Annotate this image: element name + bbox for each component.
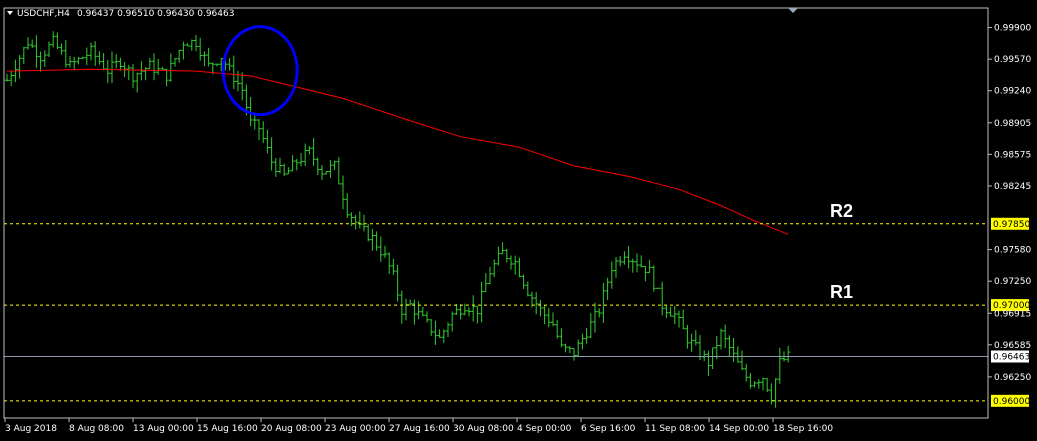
price-tick-label: 0.99570 bbox=[994, 55, 1031, 65]
price-tick-label: 0.96915 bbox=[994, 309, 1031, 319]
time-tick-label: 23 Aug 00:00 bbox=[325, 424, 386, 434]
symbol-label: USDCHF,H4 bbox=[17, 9, 70, 19]
price-tick-label: 0.98905 bbox=[994, 119, 1031, 129]
time-tick-label: 13 Aug 00:00 bbox=[133, 424, 194, 434]
time-tick-label: 6 Sep 16:00 bbox=[581, 424, 636, 434]
time-tick-label: 3 Aug 2018 bbox=[5, 424, 57, 434]
time-tick-label: 30 Aug 08:00 bbox=[453, 424, 514, 434]
price-tick-label: 0.98575 bbox=[994, 150, 1031, 160]
price-tick-label: 0.97580 bbox=[994, 246, 1031, 256]
time-tick-label: 8 Aug 08:00 bbox=[69, 424, 124, 434]
time-tick-label: 20 Aug 08:00 bbox=[261, 424, 322, 434]
time-tick-label: 14 Sep 00:00 bbox=[709, 424, 769, 434]
price-tick-label: 0.96585 bbox=[994, 341, 1031, 351]
price-tick-label: 0.99240 bbox=[994, 87, 1031, 97]
level-price-text: 0.97850 bbox=[993, 220, 1030, 230]
ohlc-values: 0.96437 0.96510 0.96430 0.96463 bbox=[77, 9, 234, 19]
time-tick-label: 4 Sep 00:00 bbox=[517, 424, 572, 434]
price-chart[interactable]: 0.97850R20.97000R10.96000 0.964630.99900… bbox=[0, 0, 1037, 441]
time-tick-label: 11 Sep 08:00 bbox=[645, 424, 705, 434]
level-price-text: 0.96000 bbox=[993, 397, 1030, 407]
level-label-r2: R2 bbox=[830, 201, 853, 221]
price-tick-label: 0.98245 bbox=[994, 182, 1031, 192]
ohlc-bar bbox=[656, 287, 660, 289]
price-tick-label: 0.96250 bbox=[994, 373, 1031, 383]
bid-price-text: 0.96463 bbox=[993, 353, 1030, 363]
price-tick-label: 0.99900 bbox=[994, 24, 1031, 34]
price-tick-label: 0.97250 bbox=[994, 277, 1031, 287]
time-tick-label: 18 Sep 16:00 bbox=[773, 424, 833, 434]
chart-background bbox=[0, 0, 1037, 441]
time-tick-label: 15 Aug 16:00 bbox=[197, 424, 258, 434]
level-label-r1: R1 bbox=[830, 282, 853, 302]
chart-header: USDCHF,H4 0.96437 0.96510 0.96430 0.9646… bbox=[7, 9, 234, 19]
time-tick-label: 27 Aug 16:00 bbox=[389, 424, 450, 434]
